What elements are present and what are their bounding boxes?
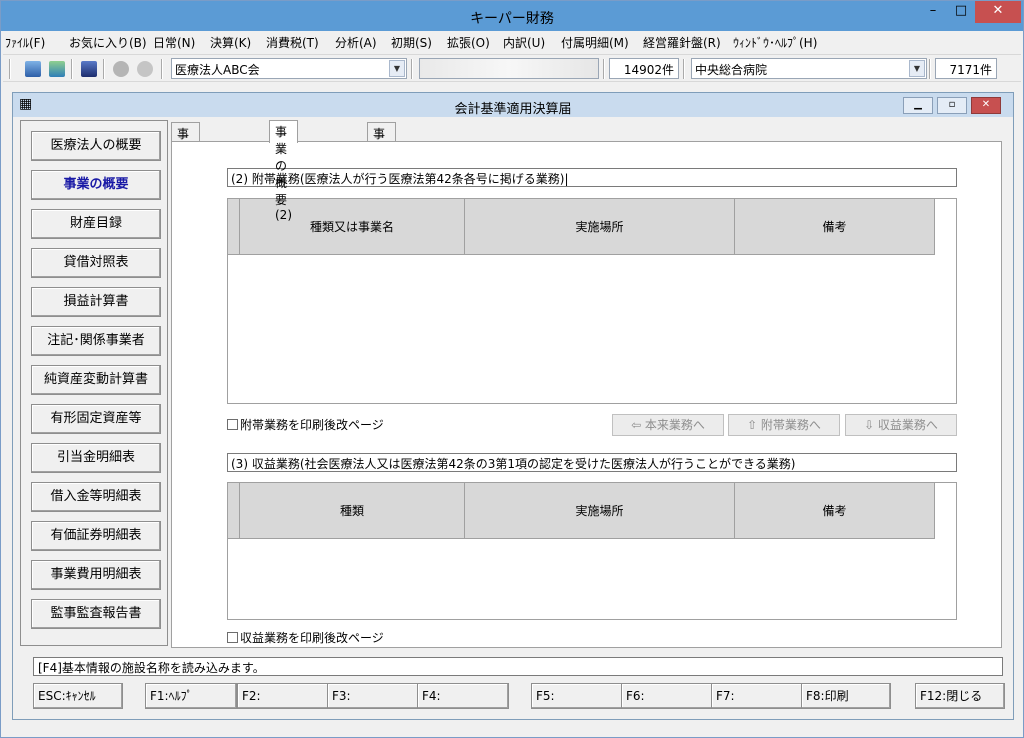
f4-button[interactable]: F4: [417, 683, 509, 709]
sidebar-item-property-list[interactable]: 財産目録 [31, 209, 161, 239]
toolbar-separator [411, 59, 413, 79]
toolbar: 医療法人ABC会 ▼ 14902件 中央総合病院 ▼ 7171件 [3, 54, 1021, 82]
facility-value: 中央総合病院 [695, 63, 768, 77]
status-message: [F4]基本情報の施設名称を読み込みます。 [33, 657, 1003, 676]
menu-closing[interactable]: 決算(K) [210, 34, 251, 51]
toolbar-separator [9, 59, 11, 79]
sidebar-item-audit-report[interactable]: 監事監査報告書 [31, 599, 161, 629]
tab-overview-3[interactable]: 事業の概要(3) [367, 122, 396, 224]
sidebar-item-fixed-assets[interactable]: 有形固定資産等 [31, 404, 161, 434]
menu-tax[interactable]: 消費税(T) [266, 34, 319, 51]
company-select[interactable]: 医療法人ABC会 ▼ [171, 58, 407, 79]
column-header: 種類又は事業名 [240, 199, 465, 255]
column-header: 実施場所 [465, 199, 735, 255]
menu-window-help[interactable]: ｳｨﾝﾄﾞｳ･ﾍﾙﾌﾟ(H) [733, 34, 817, 51]
menu-breakdown[interactable]: 内訳(U) [503, 34, 545, 51]
row-header-stub [228, 483, 240, 539]
menu-compass[interactable]: 経営羅針盤(R) [643, 34, 721, 51]
tab-overview-2[interactable]: 事業の概要(2) [269, 120, 298, 222]
f12-close-button[interactable]: F12:閉じる [915, 683, 1005, 709]
section2-pagebreak-checkbox[interactable]: 附帯業務を印刷後改ページ [227, 416, 384, 433]
monitor-icon[interactable] [25, 61, 41, 77]
blurred-field [419, 58, 599, 79]
sidebar-item-net-assets[interactable]: 純資産変動計算書 [31, 365, 161, 395]
toolbar-separator [71, 59, 73, 79]
f7-button[interactable]: F7: [711, 683, 803, 709]
checkbox-icon[interactable] [227, 632, 238, 643]
facility-select[interactable]: 中央総合病院 ▼ [691, 58, 927, 79]
child-close-button[interactable]: ✕ [971, 97, 1001, 114]
checkbox-icon[interactable] [227, 419, 238, 430]
record-count-2: 7171件 [935, 58, 997, 79]
child-title: 会計基準適用決算届 [454, 102, 572, 117]
main-window: キーパー財務 – □ ✕ ﾌｧｲﾙ(F) お気に入り(B) 日常(N) 決算(K… [0, 0, 1024, 738]
section3-caption[interactable]: (3) 収益業務(社会医療法人又は医療法第42条の3第1項の認定を受けた医療法人… [227, 453, 957, 472]
tab-panel: (2) 附帯業務(医療法人が行う医療法第42条各号に掲げる業務)| 種類又は事業… [171, 141, 1002, 648]
function-key-bar: ESC:ｷｬﾝｾﾙ F1:ﾍﾙﾌﾟ F2: F3: F4: F5: F6: F7… [33, 683, 1008, 709]
settlement-window: ▦ 会計基準適用決算届 ▁ ▫ ✕ 医療法人の概要 事業の概要 財産目録 貸借対… [12, 92, 1014, 720]
menu-file[interactable]: ﾌｧｲﾙ(F) [5, 34, 45, 51]
title-bar[interactable]: キーパー財務 – □ ✕ [1, 1, 1023, 31]
menu-favorites[interactable]: お気に入り(B) [69, 34, 147, 51]
sidebar-item-securities[interactable]: 有価証券明細表 [31, 521, 161, 551]
sidebar-item-income-statement[interactable]: 損益計算書 [31, 287, 161, 317]
pin-icon[interactable] [113, 61, 129, 77]
sidebar: 医療法人の概要 事業の概要 財産目録 貸借対照表 損益計算書 注記･関係事業者 … [20, 120, 168, 646]
toolbar-separator [161, 59, 163, 79]
column-header: 種類 [240, 483, 465, 539]
menu-attached[interactable]: 付属明細(M) [561, 34, 629, 51]
to-profit-business-button[interactable]: ⇩ 収益業務へ [845, 414, 957, 436]
maximize-button[interactable]: □ [947, 1, 975, 23]
column-header: 備考 [735, 483, 935, 539]
column-header: 備考 [735, 199, 935, 255]
chevron-down-icon[interactable]: ▼ [389, 60, 405, 77]
tab-overview-1[interactable]: 事業の概要(1) [171, 122, 200, 224]
menu-extend[interactable]: 拡張(O) [447, 34, 490, 51]
row-header-stub [228, 199, 240, 255]
chevron-down-icon[interactable]: ▼ [909, 60, 925, 77]
section2-grid[interactable]: 種類又は事業名 実施場所 備考 [227, 198, 957, 404]
section2-caption[interactable]: (2) 附帯業務(医療法人が行う医療法第42条各号に掲げる業務)| [227, 168, 957, 187]
minimize-button[interactable]: – [919, 1, 947, 23]
menu-initial[interactable]: 初期(S) [391, 34, 432, 51]
sidebar-item-borrowings[interactable]: 借入金等明細表 [31, 482, 161, 512]
f6-button[interactable]: F6: [621, 683, 713, 709]
checkbox-label: 収益業務を印刷後改ページ [240, 631, 384, 645]
window-title: キーパー財務 [470, 11, 554, 27]
toolbar-separator [603, 59, 605, 79]
close-button[interactable]: ✕ [975, 1, 1021, 23]
screen-icon[interactable] [81, 61, 97, 77]
f5-button[interactable]: F5: [531, 683, 623, 709]
menu-bar: ﾌｧｲﾙ(F) お気に入り(B) 日常(N) 決算(K) 消費税(T) 分析(A… [1, 31, 1023, 53]
toolbar-separator [103, 59, 105, 79]
section3-pagebreak-checkbox[interactable]: 収益業務を印刷後改ページ [227, 629, 384, 646]
refresh-icon[interactable] [49, 61, 65, 77]
sidebar-item-business-overview[interactable]: 事業の概要 [31, 170, 161, 200]
child-title-bar[interactable]: ▦ 会計基準適用決算届 ▁ ▫ ✕ [13, 93, 1013, 117]
record-count-1: 14902件 [609, 58, 679, 79]
f1-help-button[interactable]: F1:ﾍﾙﾌﾟ [145, 683, 237, 709]
column-header: 実施場所 [465, 483, 735, 539]
checkbox-label: 附帯業務を印刷後改ページ [240, 418, 384, 432]
child-minimize-button[interactable]: ▁ [903, 97, 933, 114]
to-main-business-button[interactable]: ⇦ 本来業務へ [612, 414, 724, 436]
menu-analysis[interactable]: 分析(A) [335, 34, 377, 51]
f2-button[interactable]: F2: [237, 683, 329, 709]
child-restore-button[interactable]: ▫ [937, 97, 967, 114]
menu-daily[interactable]: 日常(N) [153, 34, 195, 51]
to-incidental-business-button[interactable]: ⇧ 附帯業務へ [728, 414, 840, 436]
sidebar-item-corp-overview[interactable]: 医療法人の概要 [31, 131, 161, 161]
f8-print-button[interactable]: F8:印刷 [801, 683, 891, 709]
esc-cancel-button[interactable]: ESC:ｷｬﾝｾﾙ [33, 683, 123, 709]
f3-button[interactable]: F3: [327, 683, 419, 709]
toolbar-separator [929, 59, 931, 79]
pin-disabled-icon[interactable] [137, 61, 153, 77]
sidebar-item-expenses[interactable]: 事業費用明細表 [31, 560, 161, 590]
sidebar-item-notes[interactable]: 注記･関係事業者 [31, 326, 161, 356]
sidebar-item-provisions[interactable]: 引当金明細表 [31, 443, 161, 473]
sidebar-item-balance-sheet[interactable]: 貸借対照表 [31, 248, 161, 278]
toolbar-separator [683, 59, 685, 79]
section3-grid[interactable]: 種類 実施場所 備考 [227, 482, 957, 620]
company-value: 医療法人ABC会 [175, 63, 260, 77]
